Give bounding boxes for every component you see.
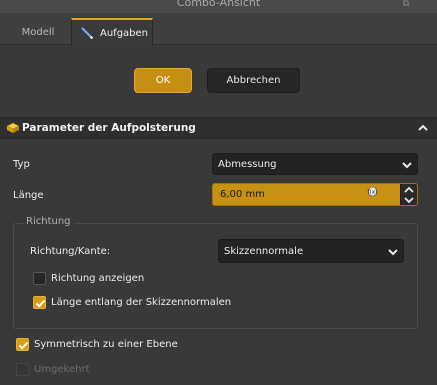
reversed-checkbox: [16, 363, 29, 376]
along-normal-checkbox[interactable]: [33, 296, 46, 309]
symmetric-label: Symmetrisch zu einer Ebene: [34, 339, 178, 350]
tab-tasks[interactable]: Aufgaben: [71, 18, 153, 46]
show-direction-checkbox[interactable]: [33, 272, 46, 285]
stepper-up-icon[interactable]: [401, 185, 417, 195]
ok-button[interactable]: OK: [134, 68, 192, 93]
tab-tasks-label: Aufgaben: [100, 27, 149, 39]
length-value: 6,00 mm: [220, 189, 265, 200]
chevron-down-icon: [402, 162, 412, 169]
type-select[interactable]: Abmessung: [212, 153, 418, 175]
section-header[interactable]: Parameter der Aufpolsterung: [0, 117, 437, 139]
pad-feature-icon: [6, 122, 20, 133]
window-title: Combo-Ansicht: [176, 0, 261, 9]
type-label: Typ: [13, 159, 30, 170]
direction-group-title: Richtung: [23, 216, 74, 227]
direction-edge-select[interactable]: Skizzennormale: [218, 239, 404, 263]
length-input[interactable]: 6,00 mm f(x): [212, 183, 418, 206]
tab-model-label: Modell: [21, 26, 55, 38]
type-value: Abmessung: [218, 158, 277, 170]
window-titlebar: Combo-Ansicht ⧉: [0, 0, 437, 13]
along-normal-label: Länge entlang der Skizzennormalen: [51, 297, 232, 308]
checkmark-icon: [35, 299, 46, 308]
symmetric-checkbox[interactable]: [16, 338, 29, 351]
expression-icon[interactable]: f(x): [367, 186, 378, 197]
svg-text:f(x): f(x): [368, 190, 377, 196]
chevron-up-icon[interactable]: [417, 122, 429, 134]
checkmark-icon: [18, 341, 29, 350]
section-title: Parameter der Aufpolsterung: [22, 122, 196, 134]
reversed-label: Umgekehrt: [34, 364, 90, 375]
tab-bar: Modell Aufgaben: [0, 13, 437, 46]
direction-edge-label: Richtung/Kante:: [30, 246, 111, 257]
tab-model[interactable]: Modell: [8, 19, 68, 45]
chevron-down-icon: [388, 249, 398, 256]
pencil-icon: [81, 27, 94, 40]
stepper-down-icon[interactable]: [401, 195, 417, 205]
length-stepper[interactable]: [400, 184, 417, 205]
float-panel-icon[interactable]: ⧉: [403, 0, 409, 9]
cancel-button[interactable]: Abbrechen: [207, 68, 300, 93]
show-direction-label: Richtung anzeigen: [51, 273, 145, 284]
length-label: Länge: [13, 190, 44, 201]
direction-edge-value: Skizzennormale: [224, 245, 304, 257]
